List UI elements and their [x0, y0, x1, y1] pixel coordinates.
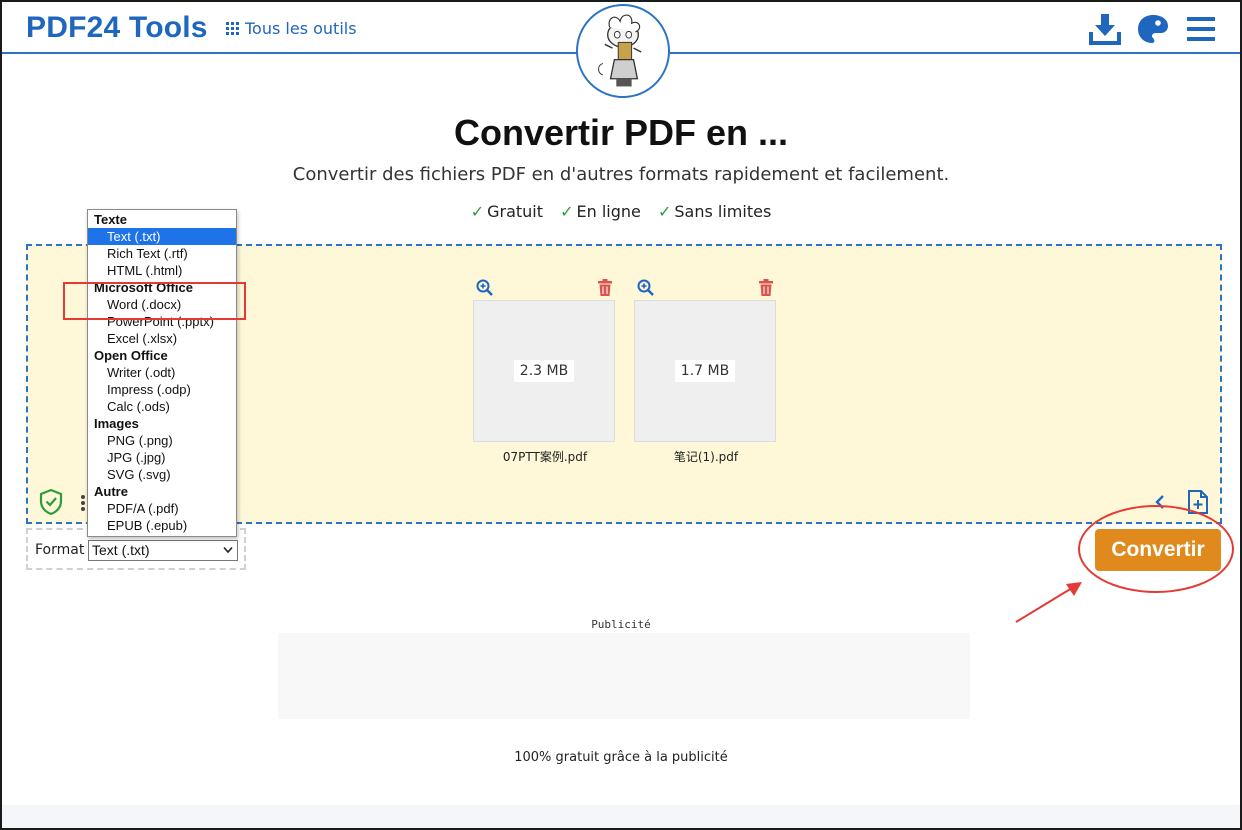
format-label: Format	[35, 542, 85, 558]
shield-check-icon[interactable]	[38, 488, 64, 516]
all-tools-label: Tous les outils	[245, 19, 357, 38]
check-icon: ✓	[657, 202, 672, 221]
dropdown-option-ods[interactable]: Calc (.ods)	[88, 398, 236, 415]
zoom-in-icon[interactable]	[475, 278, 495, 298]
menu-icon[interactable]	[1184, 12, 1218, 46]
pdf24-logo[interactable]: PDF24 Tools	[26, 11, 208, 45]
dropdown-option-txt[interactable]: Text (.txt)	[88, 228, 236, 245]
file-toolbar	[634, 276, 778, 300]
palette-icon[interactable]	[1136, 12, 1170, 46]
dropdown-group-label: Open Office	[94, 348, 168, 363]
mascot-logo-icon	[576, 4, 670, 98]
file-card[interactable]: 2.3 MB 07PTT案例.pdf	[473, 276, 617, 465]
grid-icon	[226, 22, 239, 35]
format-selected-value: Text (.txt)	[92, 542, 150, 558]
download-icon[interactable]	[1088, 12, 1122, 46]
annotation-highlight-ellipse	[1078, 505, 1234, 593]
feature-item: ✓ Sans limites	[657, 202, 772, 221]
dropdown-option-xlsx[interactable]: Excel (.xlsx)	[88, 330, 236, 347]
chevron-down-icon	[223, 546, 233, 554]
zoom-in-icon[interactable]	[636, 278, 656, 298]
file-thumbnail[interactable]: 1.7 MB	[634, 300, 776, 442]
dropdown-option-html[interactable]: HTML (.html)	[88, 262, 236, 279]
check-icon: ✓	[560, 202, 574, 221]
feature-item: ✓ Gratuit	[470, 202, 544, 221]
file-size: 2.3 MB	[513, 360, 575, 382]
all-tools-link[interactable]: Tous les outils	[226, 19, 357, 38]
format-dropdown-list[interactable]: Texte Text (.txt) Rich Text (.rtf) HTML …	[87, 209, 237, 537]
dropdown-group-label: Autre	[94, 484, 128, 499]
file-size: 1.7 MB	[674, 360, 736, 382]
annotation-highlight-box	[63, 282, 246, 320]
trash-icon[interactable]	[595, 278, 615, 298]
dropdown-option-png[interactable]: PNG (.png)	[88, 432, 236, 449]
dropdown-option-odt[interactable]: Writer (.odt)	[88, 364, 236, 381]
dropdown-group-label: Images	[94, 416, 139, 431]
bottom-band	[2, 805, 1240, 828]
file-thumbnail[interactable]: 2.3 MB	[473, 300, 615, 442]
trash-icon[interactable]	[756, 278, 776, 298]
dropdown-option-svg[interactable]: SVG (.svg)	[88, 466, 236, 483]
dropdown-option-rtf[interactable]: Rich Text (.rtf)	[88, 245, 236, 262]
file-toolbar	[473, 276, 617, 300]
file-name: 07PTT案例.pdf	[502, 450, 588, 464]
annotation-arrow-icon	[1015, 582, 1082, 623]
ad-footer-text: 100% gratuit grâce à la publicité	[514, 750, 728, 765]
page-subtitle: Convertir des fichiers PDF en d'autres f…	[292, 164, 950, 185]
check-icon: ✓	[470, 202, 485, 221]
dropdown-option-epub[interactable]: EPUB (.epub)	[88, 517, 236, 534]
dropdown-option-jpg[interactable]: JPG (.jpg)	[88, 449, 236, 466]
ad-placeholder	[278, 633, 970, 719]
format-select[interactable]: Text (.txt)	[88, 540, 238, 561]
file-card[interactable]: 1.7 MB 笔记(1).pdf	[634, 276, 778, 465]
dropdown-option-pdfa[interactable]: PDF/A (.pdf)	[88, 500, 236, 517]
file-name: 笔记(1).pdf	[673, 450, 739, 464]
dropdown-group-label: Texte	[94, 212, 127, 227]
dropdown-option-odp[interactable]: Impress (.odp)	[88, 381, 236, 398]
more-options-icon[interactable]	[80, 494, 86, 512]
feature-item: ✓ En ligne	[560, 202, 641, 221]
page-title: Convertir PDF en ...	[453, 112, 789, 153]
